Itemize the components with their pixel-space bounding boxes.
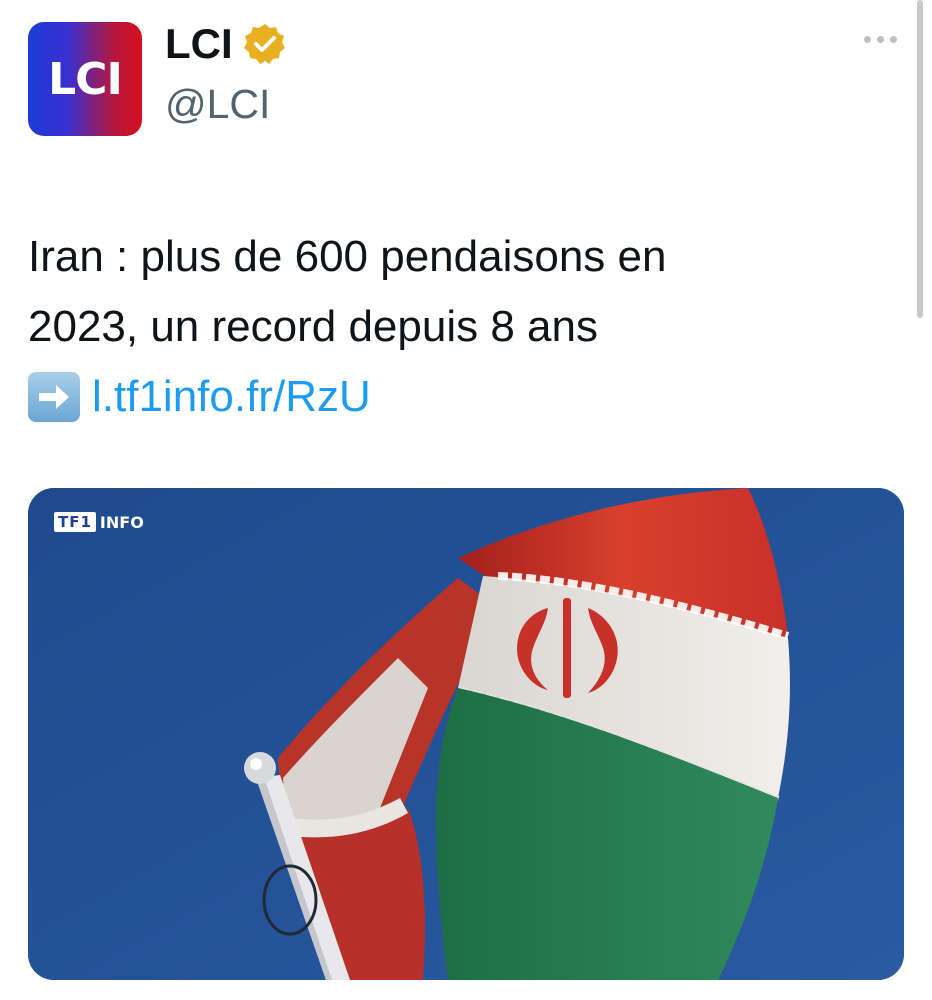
tweet-card: LCI LCI @LCI Iran : plus de 600 pendaiso…	[0, 0, 932, 1000]
dot	[890, 36, 897, 43]
dot	[877, 36, 884, 43]
tweet-line-2: 2023, un record depuis 8 ans	[28, 302, 598, 351]
tweet-text: Iran : plus de 600 pendaisons en 2023, u…	[28, 222, 888, 432]
avatar[interactable]: LCI	[28, 22, 142, 136]
tweet-link[interactable]: l.tf1info.fr/RzU	[92, 362, 371, 432]
tweet-line-1: Iran : plus de 600 pendaisons en	[28, 232, 667, 281]
verified-badge-icon	[243, 24, 285, 64]
tf1-box: TF1	[54, 512, 96, 532]
dot	[864, 36, 871, 43]
avatar-logo: LCI	[48, 53, 123, 105]
name-row: LCI	[165, 22, 287, 66]
right-arrow-emoji-icon	[28, 372, 80, 422]
info-text: INFO	[99, 512, 144, 532]
media-image[interactable]: TF1 INFO	[28, 488, 904, 980]
iran-flag-photo	[28, 488, 904, 980]
display-name[interactable]: LCI	[165, 23, 233, 65]
link-row: l.tf1info.fr/RzU	[28, 362, 888, 432]
scrollbar[interactable]	[917, 0, 923, 318]
more-options-icon[interactable]	[864, 30, 897, 49]
tf1-info-logo: TF1 INFO	[54, 512, 144, 532]
handle[interactable]: @LCI	[165, 84, 270, 125]
